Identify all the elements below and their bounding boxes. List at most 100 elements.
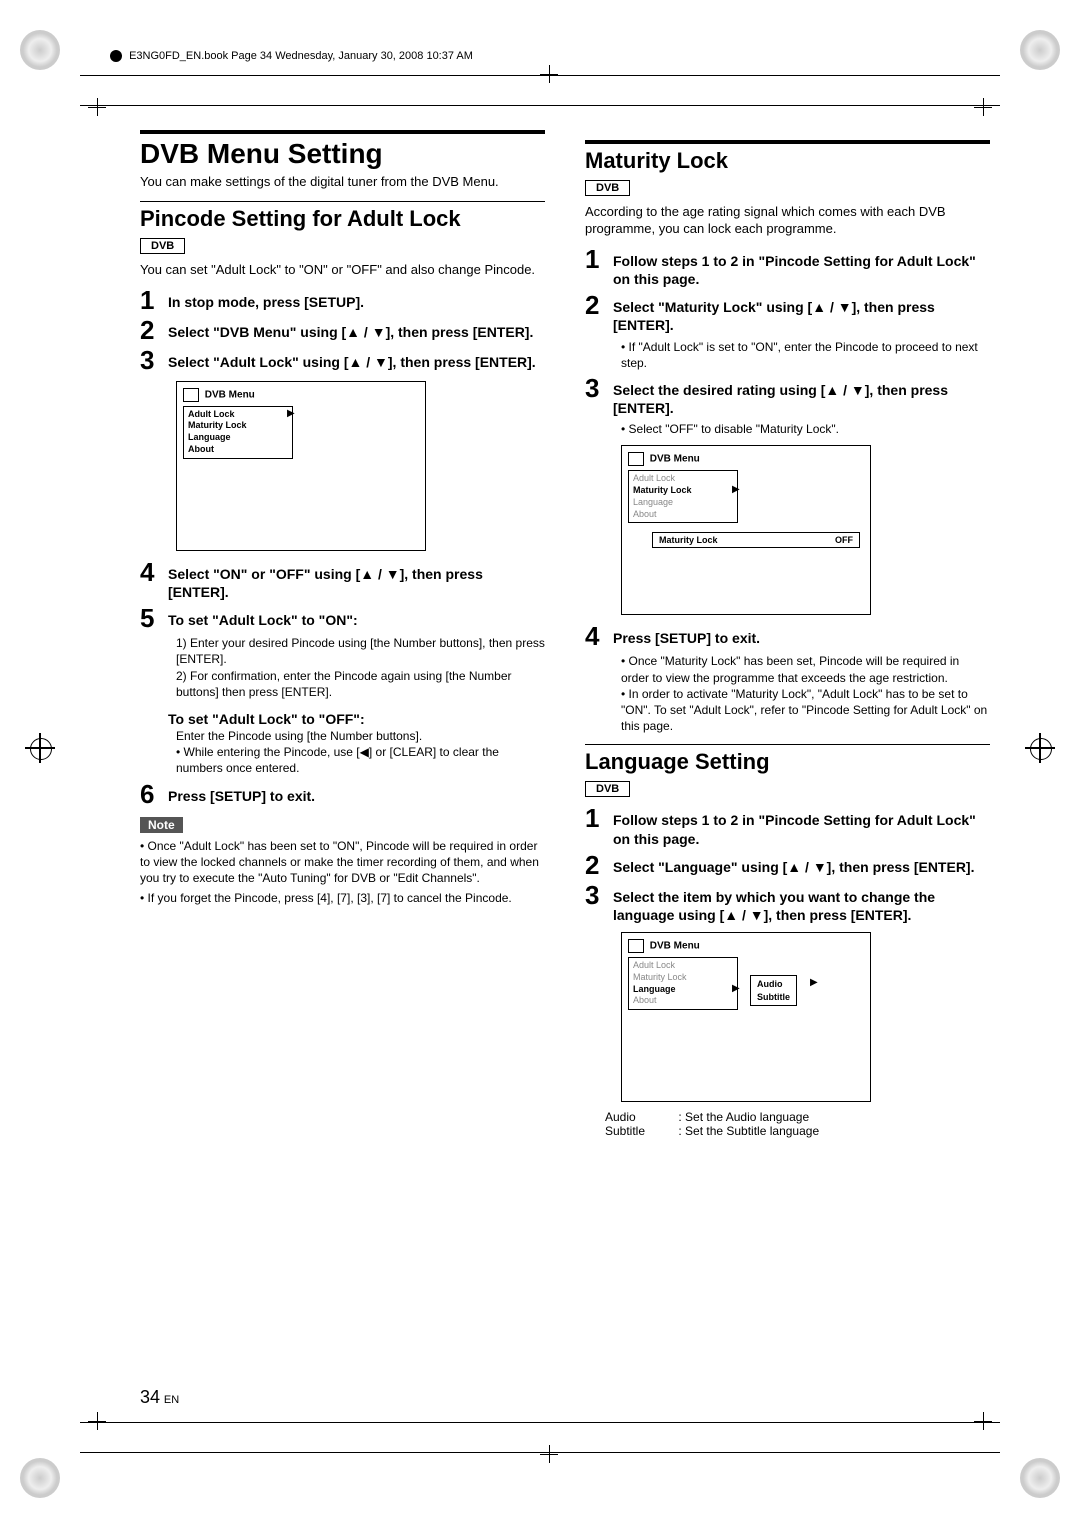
step-text: Follow steps 1 to 2 in "Pincode Setting …: [613, 246, 990, 288]
step-number: 3: [585, 882, 607, 908]
section-title-maturity: Maturity Lock: [585, 140, 990, 174]
note-label: Note: [140, 817, 183, 833]
section-title-pincode: Pincode Setting for Adult Lock: [140, 201, 545, 232]
dvb-tag: DVB: [585, 781, 630, 797]
step-number: 4: [140, 559, 162, 585]
crop-mark: [88, 98, 106, 116]
step-text: Follow steps 1 to 2 in "Pincode Setting …: [613, 805, 990, 847]
screen-maturity: DVB Menu Adult Lock Maturity Lock Langua…: [621, 445, 871, 615]
step-subtext: • Select "OFF" to disable "Maturity Lock…: [621, 421, 990, 437]
step-number: 3: [140, 347, 162, 373]
menu-item: Language: [188, 432, 288, 444]
arrow-right-icon: ▶: [287, 408, 295, 419]
dvb-tag: DVB: [585, 180, 630, 196]
step-number: 1: [585, 805, 607, 831]
registration-mark: [1020, 1458, 1060, 1498]
step-number: 2: [585, 852, 607, 878]
step-subtext: • If "Adult Lock" is set to "ON", enter …: [621, 339, 990, 371]
step-number: 2: [140, 317, 162, 343]
step-text: Select "Language" using [▲ / ▼], then pr…: [613, 852, 974, 876]
step-text: Select "DVB Menu" using [▲ / ▼], then pr…: [168, 317, 533, 341]
step-text: Select the item by which you want to cha…: [613, 882, 990, 924]
menu-item: Adult Lock: [633, 960, 733, 972]
step-subtext: Enter the Pincode using [the Number butt…: [176, 728, 545, 744]
menu-list: Adult Lock Maturity Lock Language About: [183, 406, 293, 459]
section-title-language: Language Setting: [585, 744, 990, 775]
maturity-row-value: OFF: [835, 535, 853, 545]
screen-pincode: DVB Menu Adult Lock Maturity Lock Langua…: [176, 381, 426, 551]
def-label: Subtitle: [605, 1124, 675, 1138]
step-text: Select "Adult Lock" using [▲ / ▼], then …: [168, 347, 536, 371]
menu-item: Maturity Lock: [633, 972, 733, 984]
menu-item: About: [633, 509, 733, 521]
crop-mark: [540, 1445, 558, 1463]
note-text: • Once "Adult Lock" has been set to "ON"…: [140, 838, 545, 887]
step-subtitle: To set "Adult Lock" to "OFF":: [168, 704, 545, 728]
menu-item: Maturity Lock: [188, 420, 288, 432]
header-text: E3NG0FD_EN.book Page 34 Wednesday, Janua…: [129, 50, 473, 62]
menu-item: Adult Lock: [633, 473, 733, 485]
menu-item: Maturity Lock: [633, 485, 733, 497]
step-number: 1: [585, 246, 607, 272]
step-subtext: • In order to activate "Maturity Lock", …: [621, 686, 990, 735]
def-label: Audio: [605, 1110, 675, 1124]
step-subtext: 1) Enter your desired Pincode using [the…: [176, 635, 545, 667]
submenu-item: Subtitle: [757, 991, 790, 1004]
rule-line: [80, 1422, 1000, 1423]
note-text: • If you forget the Pincode, press [4], …: [140, 890, 545, 906]
page-number: 34 EN: [140, 1387, 179, 1408]
menu-item: Adult Lock: [188, 409, 288, 421]
crop-mark: [974, 98, 992, 116]
definition-row: Subtitle : Set the Subtitle language: [605, 1124, 990, 1138]
menu-list: Adult Lock Maturity Lock Language About: [628, 957, 738, 1010]
menu-list: Adult Lock Maturity Lock Language About: [628, 470, 738, 523]
step-number: 6: [140, 781, 162, 807]
dvb-tag: DVB: [140, 238, 185, 254]
step-number: 3: [585, 375, 607, 401]
def-desc: : Set the Subtitle language: [678, 1124, 819, 1138]
step-text: Select the desired rating using [▲ / ▼],…: [613, 375, 990, 417]
step-number: 5: [140, 605, 162, 631]
screen-title: DVB Menu: [628, 452, 864, 466]
step-subtext: • While entering the Pincode, use [◀] or…: [176, 744, 545, 776]
registration-mark: [1020, 30, 1060, 70]
step-number: 1: [140, 287, 162, 313]
step-text: Press [SETUP] to exit.: [613, 623, 760, 647]
screen-title: DVB Menu: [183, 388, 419, 402]
header-meta: E3NG0FD_EN.book Page 34 Wednesday, Janua…: [110, 50, 473, 62]
step-subtitle: To set "Adult Lock" to "ON":: [168, 605, 358, 629]
def-desc: : Set the Audio language: [678, 1110, 809, 1124]
screen-title: DVB Menu: [628, 939, 864, 953]
rule-line: [80, 105, 1000, 106]
step-text: Select "Maturity Lock" using [▲ / ▼], th…: [613, 292, 990, 334]
crop-mark: [540, 65, 558, 83]
submenu-list: Audio Subtitle: [750, 975, 797, 1006]
maturity-desc: According to the age rating signal which…: [585, 204, 990, 238]
pincode-desc: You can set "Adult Lock" to "ON" or "OFF…: [140, 262, 545, 279]
arrow-right-icon: ▶: [732, 983, 740, 994]
screen-language: DVB Menu Adult Lock Maturity Lock Langua…: [621, 932, 871, 1102]
tv-icon: [628, 452, 644, 466]
tv-icon: [183, 388, 199, 402]
step-subtext: 2) For confirmation, enter the Pincode a…: [176, 668, 545, 700]
menu-item: About: [188, 444, 288, 456]
crop-mark: [1025, 733, 1055, 763]
crop-mark: [88, 1412, 106, 1430]
intro-text: You can make settings of the digital tun…: [140, 174, 545, 191]
section-title-dvb-menu: DVB Menu Setting: [140, 130, 545, 170]
crop-mark: [25, 733, 55, 763]
dot-icon: [110, 50, 122, 62]
step-subtext: • Once "Maturity Lock" has been set, Pin…: [621, 653, 990, 685]
step-text: In stop mode, press [SETUP].: [168, 287, 364, 311]
registration-mark: [20, 30, 60, 70]
arrow-right-icon: ▶: [810, 977, 818, 988]
registration-mark: [20, 1458, 60, 1498]
maturity-row-label: Maturity Lock: [659, 535, 718, 545]
step-text: Select "ON" or "OFF" using [▲ / ▼], then…: [168, 559, 545, 601]
arrow-right-icon: ▶: [732, 484, 740, 495]
crop-mark: [974, 1412, 992, 1430]
submenu-item: Audio: [757, 978, 790, 991]
menu-item: Language: [633, 497, 733, 509]
step-number: 4: [585, 623, 607, 649]
step-number: 2: [585, 292, 607, 318]
